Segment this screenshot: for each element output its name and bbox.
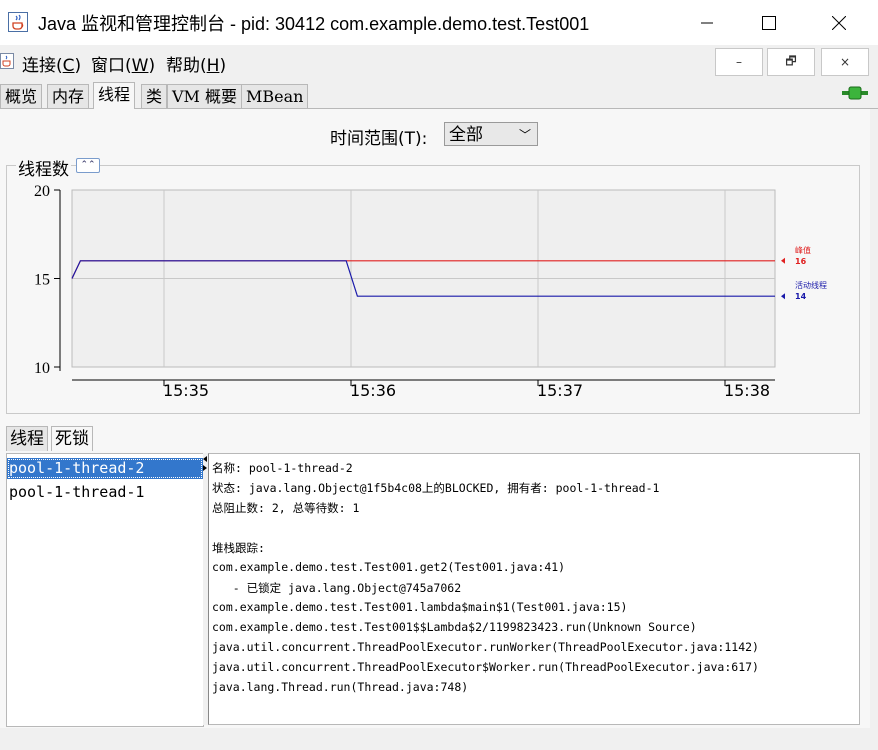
detail-line: java.lang.Thread.run(Thread.java:748) [212,680,469,694]
legend-value: 16 [795,257,807,266]
legend-marker [781,257,785,264]
legend-name: 活动线程 [795,280,827,290]
list-item[interactable]: pool-1-thread-2 [7,458,203,479]
status-strip [0,728,870,750]
y-tick-label: 10 [34,360,50,377]
x-tick-label: 15:35 [163,381,209,400]
legend-marker [781,293,785,300]
x-tick-label: 15:37 [537,381,583,400]
detail-line: 状态: java.lang.Object@1f5b4c08上的BLOCKED, … [212,481,660,495]
deadlock-thread-list: pool-1-thread-2 pool-1-thread-1 [6,453,204,727]
tab-deadlock[interactable]: 死锁 [51,426,93,451]
detail-line: 名称: pool-1-thread-2 [212,461,353,475]
y-tick-label: 15 [34,272,50,289]
detail-line: 总阻止数: 2, 总等待数: 1 [212,501,360,515]
tab-thread-list[interactable]: 线程 [6,426,48,451]
thread-count-chart: 20 15 10 15:35 15:36 15:37 15:38 峰值 16 活动线程 14 [34,183,827,400]
detail-line: 堆栈跟踪: [212,541,265,555]
thread-detail-pane: 名称: pool-1-thread-2 状态: java.lang.Object… [208,453,860,725]
detail-line: com.example.demo.test.Test001.lambda$mai… [212,600,628,614]
legend-value: 14 [795,292,807,301]
y-tick-label: 20 [34,183,50,200]
detail-line: - 已锁定 java.lang.Object@745a7062 [212,581,462,595]
list-item[interactable]: pool-1-thread-1 [7,482,203,503]
detail-line: com.example.demo.test.Test001$$Lambda$2/… [212,620,697,634]
detail-line: java.util.concurrent.ThreadPoolExecutor.… [212,640,759,654]
x-tick-label: 15:38 [724,381,770,400]
detail-line: com.example.demo.test.Test001.get2(Test0… [212,560,566,574]
detail-line: java.util.concurrent.ThreadPoolExecutor$… [212,660,759,674]
legend-name: 峰值 [795,245,811,255]
x-tick-label: 15:36 [350,381,396,400]
